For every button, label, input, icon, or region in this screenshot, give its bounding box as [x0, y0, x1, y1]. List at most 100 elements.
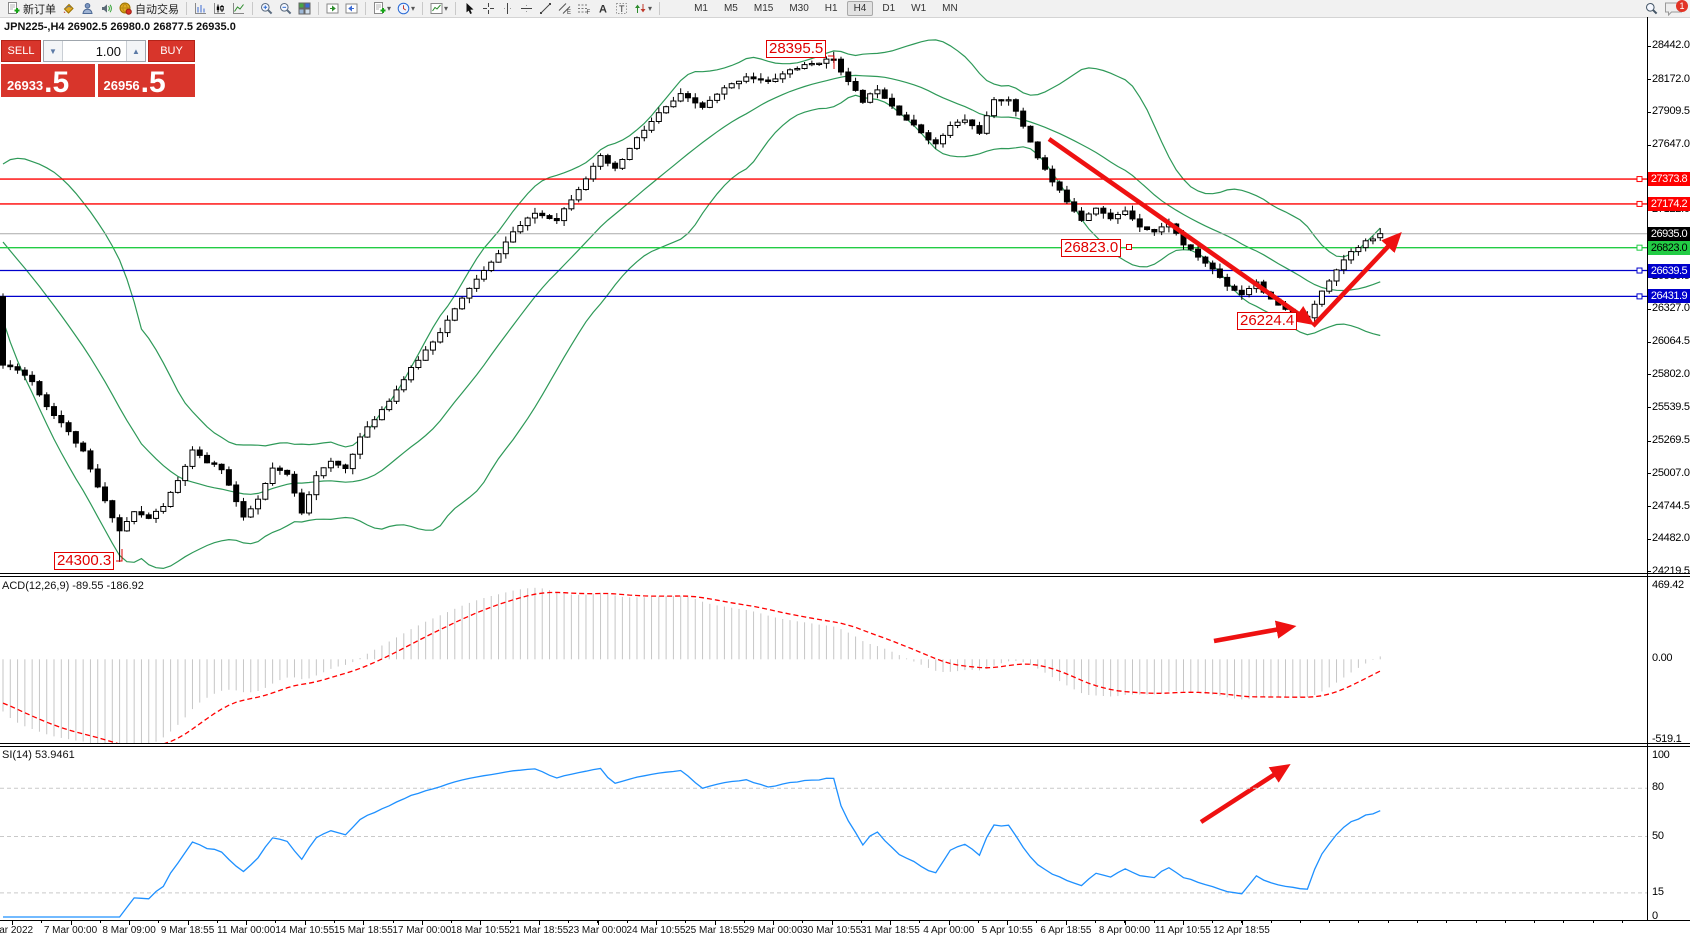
- chevron-down-icon[interactable]: ▾: [387, 5, 391, 13]
- level-handle[interactable]: [1637, 201, 1642, 206]
- price-badge[interactable]: 27373.8: [1648, 172, 1690, 186]
- time-axis-minor-tick: [1622, 921, 1623, 923]
- level-handle[interactable]: [1637, 268, 1642, 273]
- timeframe-button-m1[interactable]: M1: [687, 1, 715, 16]
- pane-separator[interactable]: [0, 573, 1690, 574]
- price-annotation[interactable]: 28395.5: [766, 40, 826, 58]
- search-icon: [1645, 2, 1658, 15]
- time-axis-minor-tick: [41, 921, 42, 923]
- trend-arrow[interactable]: [1049, 139, 1310, 322]
- label-tool[interactable]: T: [613, 1, 630, 16]
- search-button[interactable]: [1643, 1, 1660, 16]
- macd-pane[interactable]: [0, 578, 1647, 743]
- price-badge[interactable]: 27174.2: [1648, 197, 1690, 211]
- volume-value[interactable]: 1.00: [63, 41, 126, 61]
- chat-badge: 1: [1676, 0, 1688, 12]
- svg-text:E: E: [567, 10, 571, 15]
- time-axis-minor-tick: [1095, 921, 1096, 923]
- trend-arrow[interactable]: [1214, 627, 1291, 641]
- chevron-down-icon[interactable]: ▾: [444, 5, 448, 13]
- buy-price-display[interactable]: 26956 .5: [98, 64, 195, 97]
- templates-button[interactable]: ▾: [428, 1, 450, 16]
- time-axis-border: [0, 920, 1690, 921]
- timeframe-button-m30[interactable]: M30: [782, 1, 815, 16]
- toolbar-separator: [186, 2, 187, 15]
- trendline-icon: [539, 2, 552, 15]
- sell-price-display[interactable]: 26933 .5: [1, 64, 95, 97]
- tile-windows-button[interactable]: [296, 1, 313, 16]
- crosshair-tool[interactable]: [480, 1, 497, 16]
- time-axis-minor-tick: [1505, 921, 1506, 923]
- price-annotation[interactable]: 26823.0: [1061, 239, 1121, 257]
- main-chart-pane[interactable]: [0, 17, 1647, 573]
- timeframe-button-d1[interactable]: D1: [875, 1, 902, 16]
- channel-tool[interactable]: E: [556, 1, 573, 16]
- fibonacci-tool[interactable]: F: [575, 1, 592, 16]
- timeframe-button-m15[interactable]: M15: [747, 1, 780, 16]
- time-axis-minor-tick: [1212, 921, 1213, 923]
- buy-button[interactable]: BUY: [148, 40, 195, 62]
- level-handle[interactable]: [1637, 177, 1642, 182]
- price-annotation[interactable]: 26224.4: [1237, 312, 1297, 330]
- zoom-out-button[interactable]: [277, 1, 294, 16]
- timeframe-button-mn[interactable]: MN: [935, 1, 965, 16]
- periods-button[interactable]: ▾: [395, 1, 417, 16]
- price-axis-tick: [1647, 46, 1651, 47]
- time-axis-label: 31 Mar 18:55: [861, 925, 920, 936]
- timeframe-button-m5[interactable]: M5: [717, 1, 745, 16]
- price-badge[interactable]: 26935.0: [1648, 227, 1690, 241]
- candle-chart-mode-button[interactable]: [211, 1, 228, 16]
- level-handle[interactable]: [1637, 245, 1642, 250]
- time-axis-label: 5 Apr 10:55: [982, 925, 1033, 936]
- pane-separator[interactable]: [0, 746, 1690, 747]
- time-axis-minor-tick: [1358, 921, 1359, 923]
- rsi-indicator-label: SI(14) 53.9461: [2, 749, 75, 761]
- bollinger-bands: [3, 40, 1380, 569]
- clock-icon: [397, 2, 410, 15]
- chevron-down-icon[interactable]: ▾: [411, 5, 415, 13]
- auto-scroll-button[interactable]: [324, 1, 341, 16]
- volume-stepper[interactable]: ▼ 1.00 ▲: [43, 40, 146, 62]
- alerts-sound-tool[interactable]: [98, 1, 115, 16]
- macd-axis-label: 0.00: [1652, 652, 1672, 664]
- trendline-tool[interactable]: [537, 1, 554, 16]
- price-badge[interactable]: 26823.0: [1648, 241, 1690, 255]
- timeframe-button-h4[interactable]: H4: [847, 1, 874, 16]
- time-axis-label: 23 Mar 00:00: [568, 925, 627, 936]
- line-chart-mode-button[interactable]: [230, 1, 247, 16]
- rsi-pane[interactable]: [0, 747, 1647, 920]
- bar-chart-mode-button[interactable]: [192, 1, 209, 16]
- hline-tool[interactable]: [518, 1, 535, 16]
- volume-decrease-button[interactable]: ▼: [44, 41, 63, 61]
- chat-button[interactable]: 1: [1662, 1, 1686, 16]
- timeframe-button-h1[interactable]: H1: [818, 1, 845, 16]
- cursor-tool[interactable]: [461, 1, 478, 16]
- styler-bucket-tool[interactable]: [60, 1, 77, 16]
- new-order-button[interactable]: 新订单: [5, 1, 58, 16]
- auto-trading-button[interactable]: 自动交易: [117, 1, 181, 16]
- chevron-down-icon[interactable]: ▾: [648, 5, 652, 13]
- time-axis-minor-tick: [978, 921, 979, 923]
- level-handle[interactable]: [1637, 294, 1642, 299]
- chart-shift-button[interactable]: [343, 1, 360, 16]
- volume-increase-button[interactable]: ▲: [126, 41, 145, 61]
- time-axis-minor-tick: [217, 921, 218, 923]
- price-badge[interactable]: 26431.9: [1648, 289, 1690, 303]
- arrows-tool[interactable]: ▾: [632, 1, 654, 16]
- trend-arrow[interactable]: [1201, 767, 1286, 822]
- sell-button[interactable]: SELL: [1, 40, 41, 62]
- price-axis-tick: [1647, 539, 1651, 540]
- profile-tool[interactable]: [79, 1, 96, 16]
- zoom-in-button[interactable]: [258, 1, 275, 16]
- timeframe-button-w1[interactable]: W1: [904, 1, 933, 16]
- text-tool[interactable]: A: [594, 1, 611, 16]
- price-axis-line: [1647, 17, 1648, 920]
- price-badge[interactable]: 26639.5: [1648, 264, 1690, 278]
- time-axis[interactable]: Mar 20227 Mar 00:008 Mar 09:009 Mar 18:5…: [0, 921, 1690, 939]
- pane-separator[interactable]: [0, 576, 1690, 577]
- pane-separator[interactable]: [0, 743, 1690, 744]
- vline-tool[interactable]: [499, 1, 516, 16]
- price-annotation[interactable]: 24300.3: [54, 552, 114, 570]
- fibo-icon: F: [577, 2, 590, 15]
- indicators-button[interactable]: ▾: [371, 1, 393, 16]
